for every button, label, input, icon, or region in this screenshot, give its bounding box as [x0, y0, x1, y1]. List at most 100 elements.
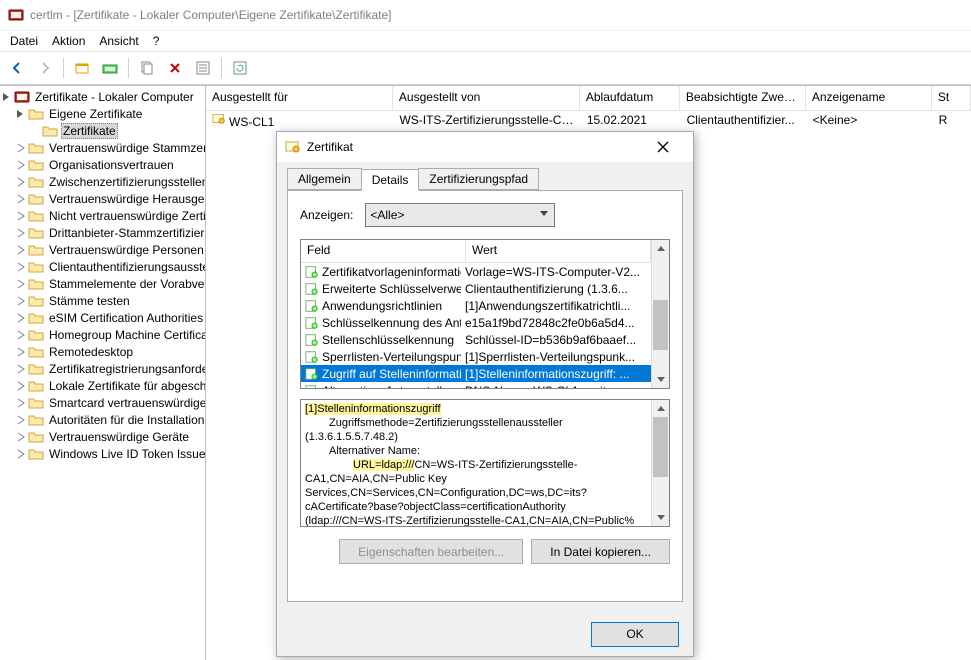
delete-button[interactable] — [162, 55, 188, 81]
field-row[interactable]: Alternativer Antragstellerna...DNS-Name=… — [301, 382, 651, 388]
col-issued-by[interactable]: Ausgestellt von — [393, 86, 580, 110]
edit-properties-button: Eigenschaften bearbeiten... — [339, 539, 523, 564]
close-button[interactable] — [641, 132, 685, 162]
window-title: certlm - [Zertifikate - Lokaler Computer… — [30, 8, 391, 22]
list-header[interactable]: Ausgestellt für Ausgestellt von Ablaufda… — [206, 86, 971, 111]
folder-icon — [28, 361, 44, 377]
certlm-icon — [8, 7, 24, 23]
menu-help[interactable]: ? — [153, 34, 160, 48]
title-bar: certlm - [Zertifikate - Lokaler Computer… — [0, 0, 971, 31]
folder-icon — [28, 157, 44, 173]
cert-root-icon — [14, 89, 30, 105]
tree-item[interactable]: Zwischenzertifizierungsstellen — [0, 173, 205, 190]
tree-item[interactable]: Stämme testen — [0, 292, 205, 309]
tree-item[interactable]: Vertrauenswürdige Personen — [0, 241, 205, 258]
tree-item[interactable]: Homegroup Machine Certificates — [0, 326, 205, 343]
tab-strip: Allgemein Details Zertifizierungspfad — [287, 168, 683, 190]
tree-item[interactable]: Zertifikatregistrierungsanforderungen — [0, 360, 205, 377]
tab-details[interactable]: Details — [361, 169, 420, 191]
menu-bar: Datei Aktion Ansicht ? — [0, 31, 971, 52]
col-purpose[interactable]: Beabsichtigte Zwec... — [680, 86, 806, 110]
scrollbar[interactable] — [651, 240, 669, 388]
extension-icon — [305, 367, 319, 381]
dialog-title: Zertifikat — [307, 140, 641, 154]
folder-icon — [28, 106, 44, 122]
copy-to-file-button[interactable]: In Datei kopieren... — [531, 539, 670, 564]
certificate-dialog: Zertifikat Allgemein Details Zertifizier… — [276, 131, 694, 657]
tree-item[interactable]: Clientauthentifizierungsaussteller — [0, 258, 205, 275]
folder-icon — [28, 327, 44, 343]
tree-item[interactable]: Remotedesktop — [0, 343, 205, 360]
scroll-thumb[interactable] — [653, 417, 668, 477]
col-displayname[interactable]: Anzeigename — [806, 86, 932, 110]
folder-icon — [28, 208, 44, 224]
ok-button[interactable]: OK — [591, 622, 679, 647]
properties-button[interactable] — [190, 55, 216, 81]
scroll-up-icon[interactable] — [652, 400, 669, 417]
menu-file[interactable]: Datei — [10, 34, 38, 48]
tab-certpath[interactable]: Zertifizierungspfad — [418, 168, 539, 190]
dialog-title-bar[interactable]: Zertifikat — [277, 132, 693, 162]
col-issued-to[interactable]: Ausgestellt für — [206, 86, 393, 110]
tree-item[interactable]: eSIM Certification Authorities — [0, 309, 205, 326]
cut-button[interactable] — [69, 55, 95, 81]
scroll-down-icon[interactable] — [652, 509, 669, 526]
tree-item[interactable]: Lokale Zertifikate für abgeschirmte VM — [0, 377, 205, 394]
folder-icon — [28, 344, 44, 360]
extension-icon — [305, 282, 319, 296]
folder-icon — [28, 242, 44, 258]
folder-icon — [28, 191, 44, 207]
col-field[interactable]: Feld — [301, 240, 466, 262]
tree-item[interactable]: Drittanbieter-Stammzertifizierungsstelle… — [0, 224, 205, 241]
scrollbar[interactable] — [651, 400, 669, 526]
tree-item[interactable]: Nicht vertrauenswürdige Zertifikate — [0, 207, 205, 224]
menu-view[interactable]: Ansicht — [99, 34, 138, 48]
refresh-button[interactable] — [227, 55, 253, 81]
col-expiry[interactable]: Ablaufdatum — [580, 86, 680, 110]
folder-icon — [28, 412, 44, 428]
folder-icon — [28, 225, 44, 241]
copy-button[interactable] — [134, 55, 160, 81]
scroll-down-icon[interactable] — [652, 371, 669, 388]
show-label: Anzeigen: — [300, 208, 353, 222]
tree-item[interactable]: Smartcard vertrauenswürdige Stammzertifi… — [0, 394, 205, 411]
field-list[interactable]: Feld Wert Zertifikatvorlageninformatio..… — [300, 239, 670, 389]
extension-icon — [305, 299, 319, 313]
nav-forward-button[interactable] — [32, 55, 58, 81]
tree-root[interactable]: Zertifikate - Lokaler Computer — [33, 90, 196, 104]
menu-action[interactable]: Aktion — [52, 34, 85, 48]
folder-icon — [28, 276, 44, 292]
scroll-up-icon[interactable] — [652, 240, 669, 257]
tree-item[interactable]: Vertrauenswürdige Geräte — [0, 428, 205, 445]
tree-item[interactable]: Windows Live ID Token Issuer — [0, 445, 205, 462]
tree-item[interactable]: Vertrauenswürdige Herausgeber — [0, 190, 205, 207]
list-row[interactable]: WS-CL1 WS-ITS-Zertifizierungsstelle-CA1 … — [206, 111, 971, 129]
chevron-down-icon — [536, 206, 552, 222]
folder-icon — [28, 446, 44, 462]
tree-item[interactable]: Autoritäten für die Installation vertrau… — [0, 411, 205, 428]
field-row[interactable]: Sperrlisten-Verteilungspunkte[1]Sperrlis… — [301, 348, 651, 365]
field-row[interactable]: Zertifikatvorlageninformatio...Vorlage=W… — [301, 263, 651, 280]
detail-text[interactable]: [1]Stelleninformationszugriff Zugriffsme… — [300, 399, 670, 527]
field-row[interactable]: Zugriff auf Stelleninformatio...[1]Stell… — [301, 365, 651, 382]
show-combobox[interactable]: <Alle> — [365, 203, 555, 227]
tree-item[interactable]: Stammelemente der Vorabversion — [0, 275, 205, 292]
col-status[interactable]: St — [932, 86, 971, 110]
folder-icon — [28, 395, 44, 411]
tree-own-certs[interactable]: Zertifikate — [61, 123, 118, 139]
scroll-thumb[interactable] — [653, 300, 668, 350]
field-row[interactable]: StellenschlüsselkennungSchlüssel-ID=b536… — [301, 331, 651, 348]
tab-general[interactable]: Allgemein — [287, 168, 362, 190]
tree-item[interactable]: Organisationsvertrauen — [0, 156, 205, 173]
col-value[interactable]: Wert — [466, 240, 651, 262]
field-row[interactable]: Schlüsselkennung des Antra...e15a1f9bd72… — [301, 314, 651, 331]
tree-item[interactable]: Vertrauenswürdige Stammzertifizierungsst… — [0, 139, 205, 156]
nav-tree[interactable]: Zertifikate - Lokaler Computer Eigene Ze… — [0, 86, 206, 660]
folder-icon — [28, 378, 44, 394]
folder-icon — [28, 140, 44, 156]
field-row[interactable]: Erweiterte Schlüsselverwen...Clientauthe… — [301, 280, 651, 297]
field-row[interactable]: Anwendungsrichtlinien[1]Anwendungszertif… — [301, 297, 651, 314]
nav-back-button[interactable] — [4, 55, 30, 81]
folder-button[interactable] — [97, 55, 123, 81]
tree-own[interactable]: Eigene Zertifikate — [47, 107, 144, 121]
